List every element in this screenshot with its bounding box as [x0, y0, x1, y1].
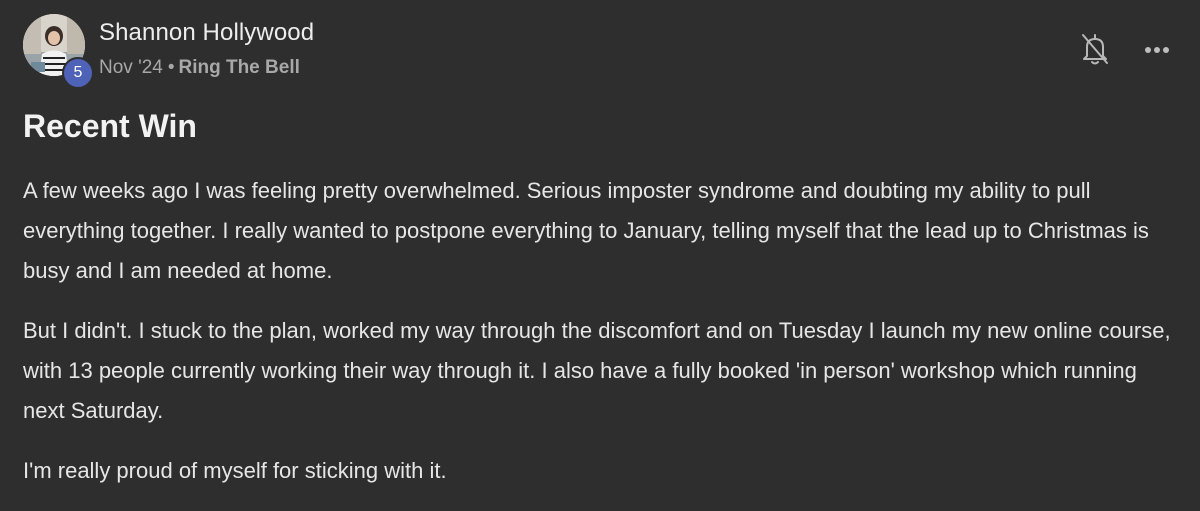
- post-paragraph: But I didn't. I stuck to the plan, worke…: [23, 318, 1171, 423]
- more-options-icon[interactable]: [1141, 38, 1173, 62]
- post-meta: Nov '24 • Ring The Bell: [99, 57, 300, 79]
- post-paragraph: I'm really proud of myself for sticking …: [23, 458, 447, 483]
- author-name[interactable]: Shannon Hollywood: [99, 19, 314, 47]
- post-category-link[interactable]: Ring The Bell: [178, 57, 299, 78]
- meta-separator: •: [167, 57, 175, 78]
- author-avatar-group[interactable]: 5: [23, 14, 94, 89]
- post-body: A few weeks ago I was feeling pretty ove…: [23, 171, 1183, 511]
- post-title: Recent Win: [23, 108, 197, 144]
- bell-off-icon[interactable]: [1080, 32, 1110, 66]
- post-date: Nov '24: [99, 57, 163, 78]
- level-badge: 5: [62, 57, 94, 89]
- post-paragraph: A few weeks ago I was feeling pretty ove…: [23, 178, 1149, 283]
- post-card: 5 Shannon Hollywood Nov '24 • Ring The Bel…: [0, 0, 1200, 510]
